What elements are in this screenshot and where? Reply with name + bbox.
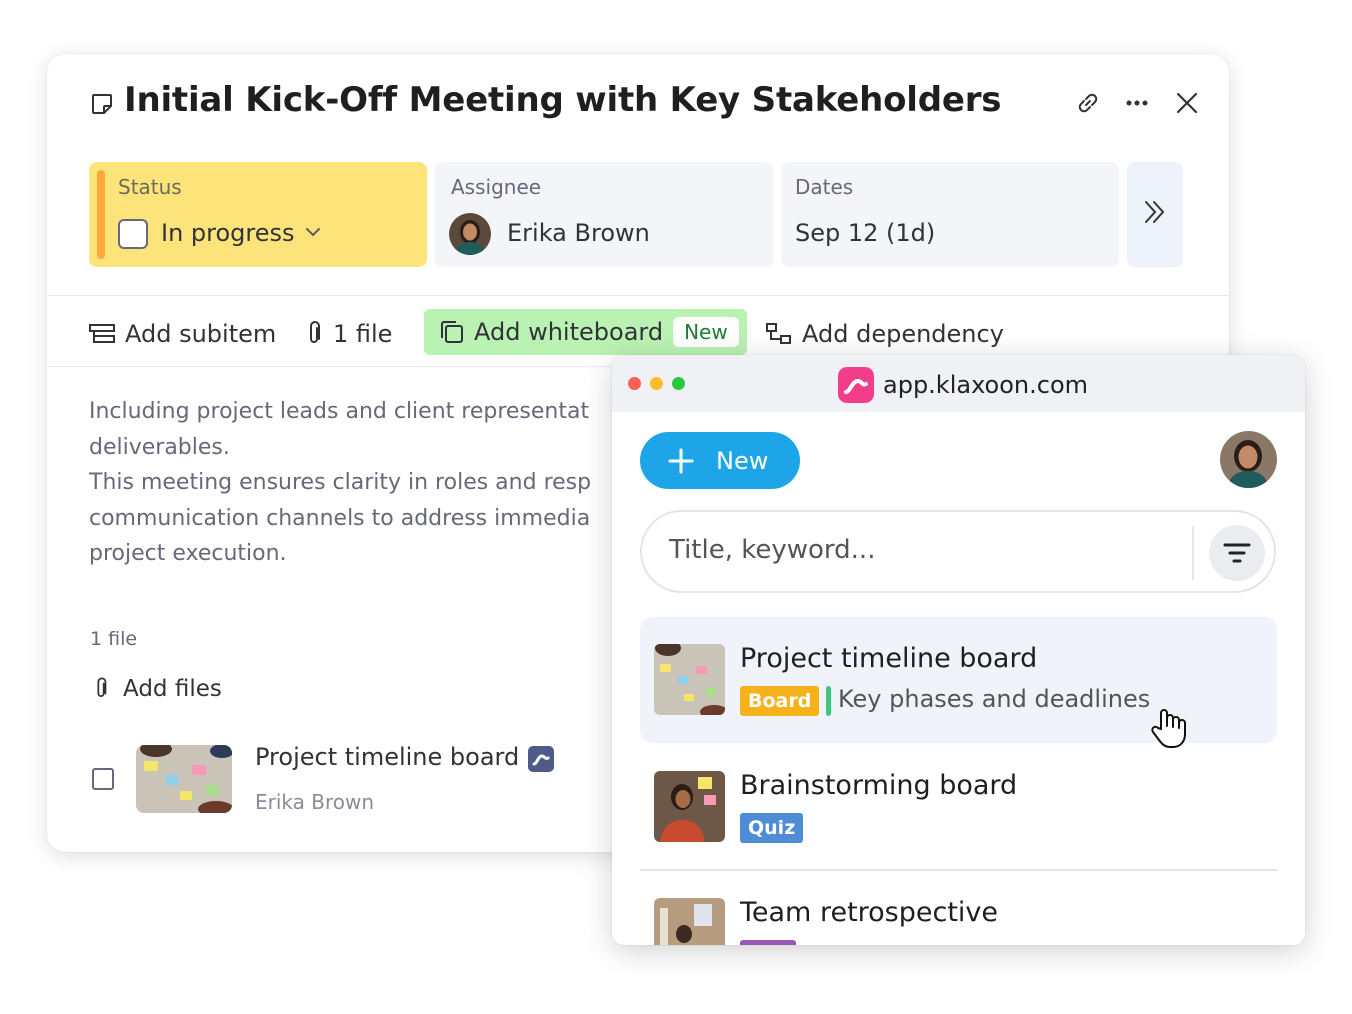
file-name[interactable]: Project timeline board: [255, 743, 519, 771]
new-badge: New: [673, 317, 739, 347]
close-icon[interactable]: [1172, 88, 1202, 118]
files-count-label: 1 file: [333, 320, 393, 348]
status-checkbox[interactable]: [118, 219, 148, 249]
assignee-name: Erika Brown: [507, 219, 650, 247]
chevron-down-icon[interactable]: [305, 224, 321, 240]
item-thumbnail: [654, 898, 725, 945]
dates-label: Dates: [795, 175, 854, 199]
file-thumbnail[interactable]: [136, 745, 232, 813]
dates-value: Sep 12 (1d): [795, 219, 936, 247]
new-button-label: New: [716, 446, 769, 475]
hand-cursor-icon: [1151, 709, 1186, 748]
status-color-bar: [97, 170, 105, 259]
list-item[interactable]: Team retrospective: [640, 871, 1277, 945]
search-input[interactable]: Title, keyword...: [640, 510, 1276, 593]
dependency-icon: [766, 323, 791, 344]
add-dependency-label: Add dependency: [802, 320, 1004, 348]
files-section-count: 1 file: [90, 628, 138, 650]
add-whiteboard-label: Add whiteboard: [474, 318, 664, 346]
avatar: [449, 213, 491, 255]
maximize-window-button[interactable]: [672, 377, 685, 390]
klaxoon-logo-icon: [838, 367, 874, 403]
divider: [47, 295, 1229, 296]
close-window-button[interactable]: [628, 377, 641, 390]
item-description: Key phases and deadlines: [838, 685, 1151, 713]
new-button[interactable]: New: [640, 432, 800, 489]
whiteboard-icon: [441, 321, 463, 343]
status-value: In progress: [161, 219, 295, 247]
add-subitem-button[interactable]: Add subitem: [89, 312, 276, 356]
klaxoon-logo-icon: [528, 746, 554, 772]
assignee-field[interactable]: Assignee Erika Brown: [435, 162, 773, 267]
status-field[interactable]: Status In progress: [89, 162, 427, 267]
note-icon: [92, 94, 112, 114]
site-address: app.klaxoon.com: [838, 367, 1088, 403]
file-checkbox[interactable]: [92, 768, 114, 790]
file-owner: Erika Brown: [255, 790, 375, 814]
item-thumbnail: [654, 771, 725, 842]
plus-icon: [668, 448, 694, 473]
minimize-window-button[interactable]: [650, 377, 663, 390]
filter-icon: [1223, 543, 1251, 563]
window-titlebar: app.klaxoon.com: [612, 355, 1305, 412]
task-title[interactable]: Initial Kick-Off Meeting with Key Stakeh…: [124, 80, 1002, 120]
dates-field[interactable]: Dates Sep 12 (1d): [781, 162, 1119, 267]
list-item[interactable]: Brainstorming board Quiz: [640, 744, 1277, 870]
user-avatar[interactable]: [1220, 431, 1277, 488]
tag-separator: [826, 686, 831, 716]
files-button[interactable]: 1 file: [305, 312, 392, 356]
add-dependency-button[interactable]: Add dependency: [766, 312, 1004, 356]
item-title: Project timeline board: [740, 643, 1038, 674]
add-files-button[interactable]: Add files: [93, 676, 222, 702]
filter-button[interactable]: [1209, 525, 1265, 581]
chevrons-right-icon: [1145, 201, 1165, 223]
search-divider: [1192, 526, 1194, 580]
paperclip-icon: [310, 321, 320, 343]
more-options-icon[interactable]: [1122, 88, 1152, 118]
status-label: Status: [118, 175, 182, 199]
item-tag: [740, 940, 796, 945]
subitem-icon: [89, 324, 115, 343]
add-files-label: Add files: [123, 676, 222, 702]
link-icon[interactable]: [1073, 88, 1103, 118]
klaxoon-popup-window: app.klaxoon.com New Title, keyword... Pr…: [612, 355, 1305, 945]
item-title: Brainstorming board: [740, 770, 1018, 801]
search-placeholder: Title, keyword...: [669, 535, 876, 565]
paperclip-icon: [97, 677, 107, 697]
add-whiteboard-button[interactable]: Add whiteboard New: [424, 309, 747, 355]
item-thumbnail: [654, 644, 725, 715]
add-subitem-label: Add subitem: [125, 320, 277, 348]
item-title: Team retrospective: [740, 897, 999, 928]
expand-fields-button[interactable]: [1127, 162, 1183, 267]
assignee-label: Assignee: [451, 175, 542, 199]
item-tag: Quiz: [740, 813, 804, 843]
site-url: app.klaxoon.com: [883, 371, 1089, 399]
item-tag: Board: [740, 686, 820, 716]
